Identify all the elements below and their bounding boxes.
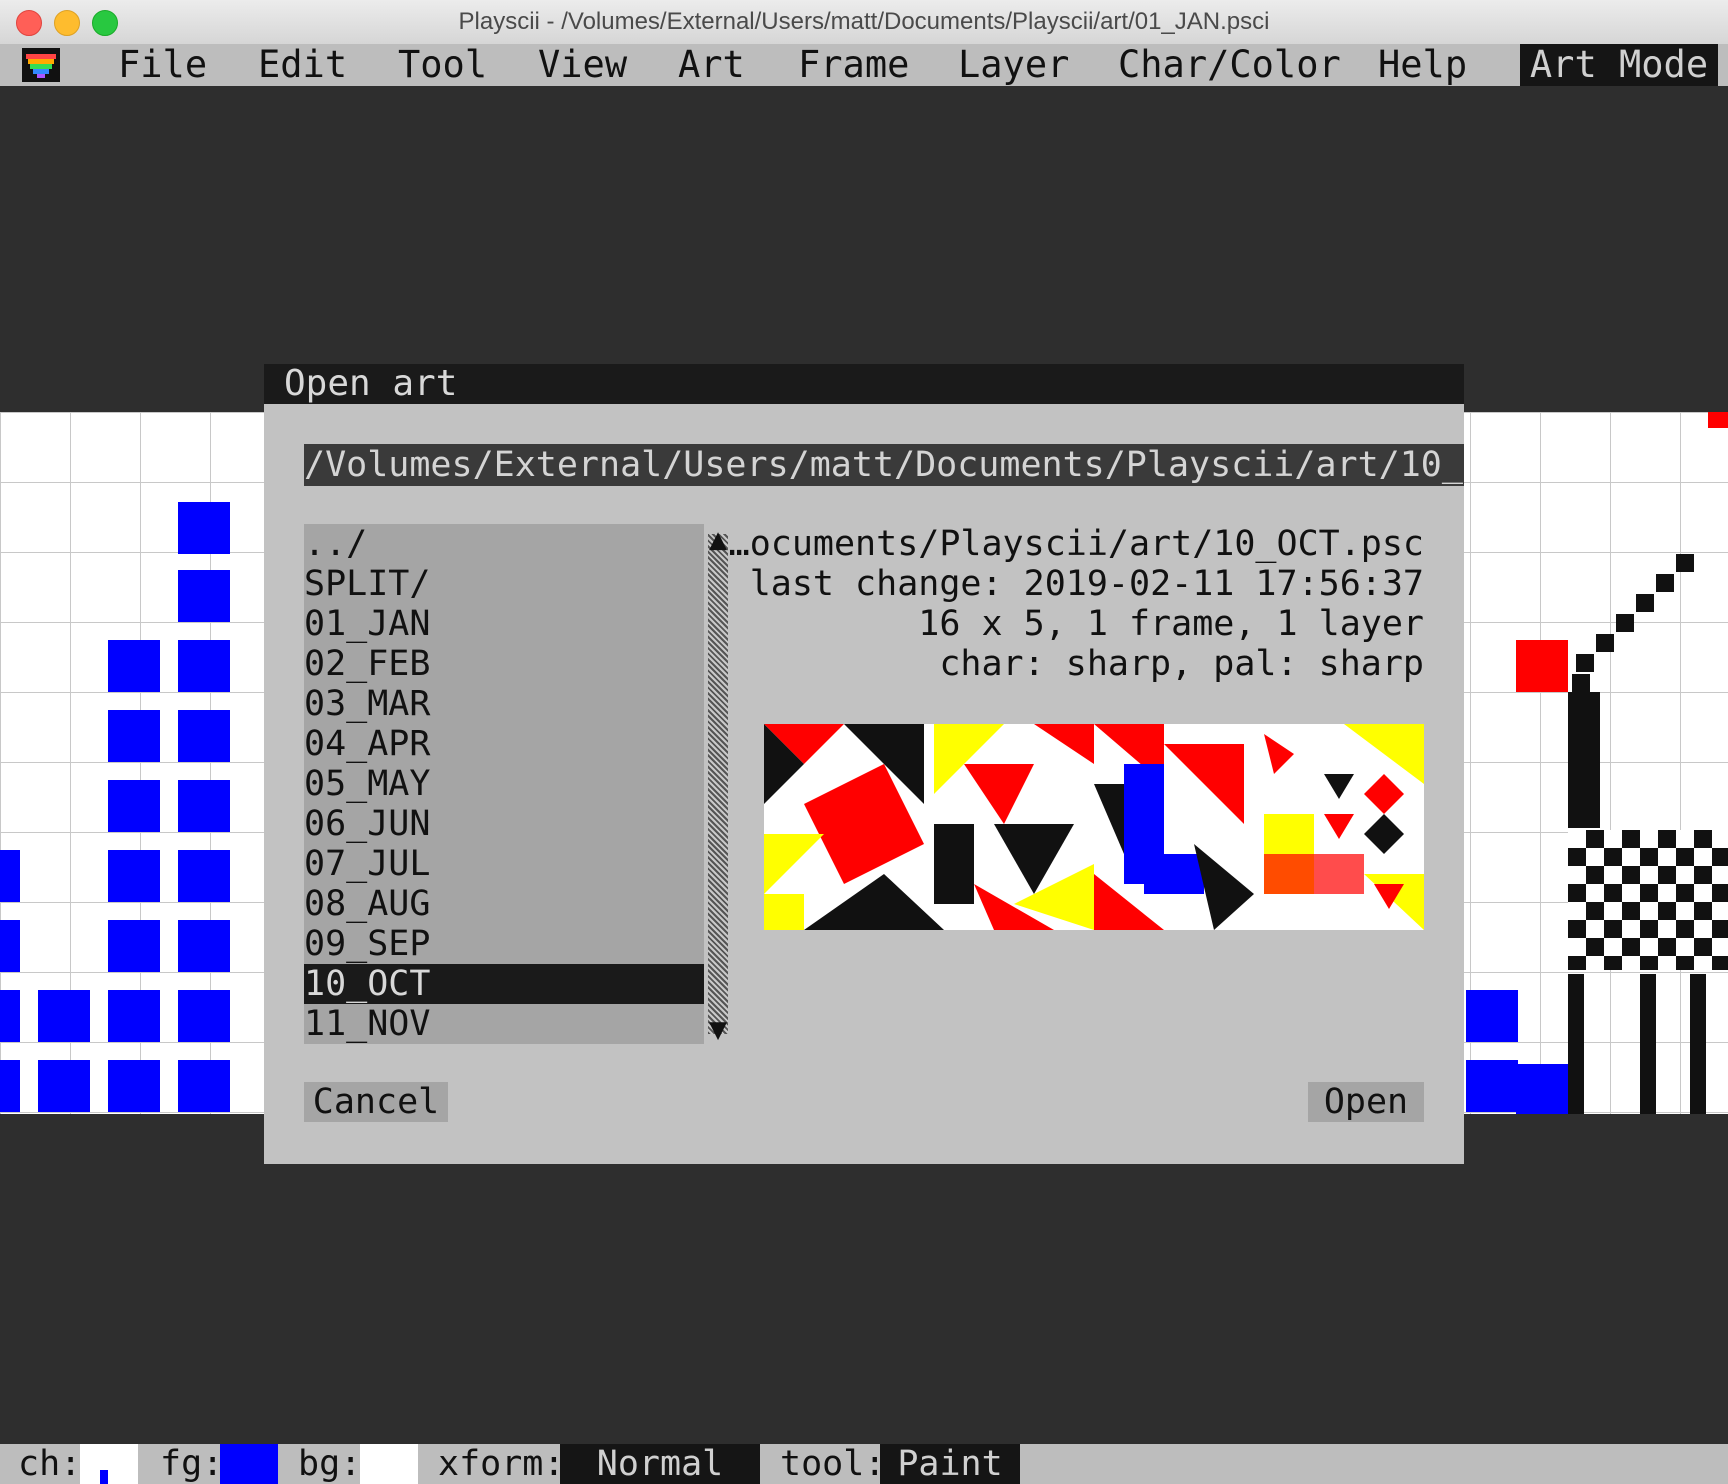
- status-bar: ch: fg: bg: xform: Normal tool: Paint: [0, 1444, 1728, 1484]
- char-swatch[interactable]: [80, 1444, 138, 1484]
- canvas-cell: [178, 850, 230, 902]
- open-art-dialog: Open art /Volumes/External/Users/matt/Do…: [264, 364, 1464, 1164]
- file-item-selected[interactable]: 10_OCT: [304, 964, 704, 1004]
- canvas-cell: [178, 1060, 230, 1112]
- canvas-cell: [178, 502, 230, 554]
- canvas-cell: [1466, 990, 1518, 1042]
- canvas-cell: [178, 990, 230, 1042]
- canvas-cell: [108, 990, 160, 1042]
- canvas-cell: [1466, 1060, 1518, 1112]
- char-label: ch:: [18, 1444, 82, 1484]
- canvas-cell: [1616, 614, 1634, 632]
- menu-art[interactable]: Art: [678, 44, 745, 86]
- menu-view[interactable]: View: [538, 44, 627, 86]
- canvas-cell: [1676, 554, 1694, 572]
- menu-char-color[interactable]: Char/Color: [1118, 44, 1341, 86]
- canvas-cell: [178, 710, 230, 762]
- file-item[interactable]: 08_AUG: [304, 884, 704, 924]
- file-info-charset: char: sharp, pal: sharp: [939, 644, 1424, 684]
- file-item[interactable]: 07_JUL: [304, 844, 704, 884]
- canvas-cell: [178, 920, 230, 972]
- mode-indicator: Art Mode: [1520, 44, 1718, 86]
- file-info-name: …ocuments/Playscii/art/10_OCT.psc: [728, 524, 1424, 564]
- bg-color-swatch[interactable]: [360, 1444, 418, 1484]
- canvas-cell: [1656, 574, 1674, 592]
- bg-label: bg:: [298, 1444, 362, 1484]
- menu-file[interactable]: File: [118, 44, 207, 86]
- canvas-cell: [0, 1060, 20, 1112]
- menu-frame[interactable]: Frame: [798, 44, 909, 86]
- file-item[interactable]: 01_JAN: [304, 604, 704, 644]
- canvas-cell: [1516, 640, 1568, 692]
- tool-value[interactable]: Paint: [880, 1444, 1020, 1484]
- window-titlebar: Playscii - /Volumes/External/Users/matt/…: [0, 0, 1728, 45]
- canvas-cell: [0, 850, 20, 902]
- file-item[interactable]: SPLIT/: [304, 564, 704, 604]
- file-item[interactable]: 02_FEB: [304, 644, 704, 684]
- canvas-cell: [1690, 974, 1706, 1114]
- canvas-cell: [1596, 634, 1614, 652]
- xform-value[interactable]: Normal: [560, 1444, 760, 1484]
- art-preview-thumbnail: [764, 724, 1424, 930]
- file-item[interactable]: 05_MAY: [304, 764, 704, 804]
- canvas-cell: [108, 920, 160, 972]
- file-item[interactable]: 04_APR: [304, 724, 704, 764]
- open-button[interactable]: Open: [1308, 1082, 1424, 1122]
- file-item[interactable]: 06_JUN: [304, 804, 704, 844]
- menu-tool[interactable]: Tool: [398, 44, 487, 86]
- canvas-cell: [1640, 974, 1656, 1114]
- file-item[interactable]: 09_SEP: [304, 924, 704, 964]
- tool-label: tool:: [780, 1444, 886, 1484]
- cancel-button[interactable]: Cancel: [304, 1082, 448, 1122]
- canvas-cell: [1636, 594, 1654, 612]
- menu-bar: File Edit Tool View Art Frame Layer Char…: [0, 44, 1728, 86]
- fg-color-swatch[interactable]: [220, 1444, 278, 1484]
- canvas-cell: [1516, 1064, 1568, 1114]
- playscii-logo-icon[interactable]: [22, 48, 60, 82]
- canvas-cell: [108, 1060, 160, 1112]
- canvas-cell: [108, 850, 160, 902]
- canvas-cell: [38, 990, 90, 1042]
- canvas-cell: [1568, 974, 1584, 1114]
- menu-layer[interactable]: Layer: [958, 44, 1069, 86]
- fg-label: fg:: [160, 1444, 224, 1484]
- char-glyph-icon: [100, 1470, 108, 1484]
- file-info-last-change: last change: 2019-02-11 17:56:37: [749, 564, 1424, 604]
- xform-label: xform:: [438, 1444, 565, 1484]
- canvas-cell: [0, 990, 20, 1042]
- canvas-cell: [1568, 692, 1600, 828]
- canvas-cell: [178, 640, 230, 692]
- path-input[interactable]: /Volumes/External/Users/matt/Documents/P…: [304, 444, 1464, 486]
- file-info-dimensions: 16 x 5, 1 frame, 1 layer: [918, 604, 1424, 644]
- canvas-cell: [38, 1060, 90, 1112]
- file-item[interactable]: ../: [304, 524, 704, 564]
- checker-pattern: [1568, 830, 1728, 970]
- file-item[interactable]: 03_MAR: [304, 684, 704, 724]
- window-title: Playscii - /Volumes/External/Users/matt/…: [458, 8, 1270, 35]
- canvas-cell: [0, 920, 20, 972]
- menu-edit[interactable]: Edit: [258, 44, 347, 86]
- canvas-cell: [178, 570, 230, 622]
- canvas-cell: [1572, 674, 1590, 692]
- canvas-cell: [1708, 412, 1728, 428]
- canvas-cell: [108, 640, 160, 692]
- canvas-cell: [178, 780, 230, 832]
- canvas-cell: [108, 780, 160, 832]
- file-list[interactable]: ../ SPLIT/ 01_JAN 02_FEB 03_MAR 04_APR 0…: [304, 524, 704, 1044]
- file-item[interactable]: 11_NOV: [304, 1004, 704, 1044]
- scroll-down-icon[interactable]: ▼: [704, 1014, 732, 1046]
- menu-help[interactable]: Help: [1378, 44, 1467, 86]
- canvas-cell: [1576, 654, 1594, 672]
- dialog-title: Open art: [264, 364, 1464, 404]
- canvas-cell: [108, 710, 160, 762]
